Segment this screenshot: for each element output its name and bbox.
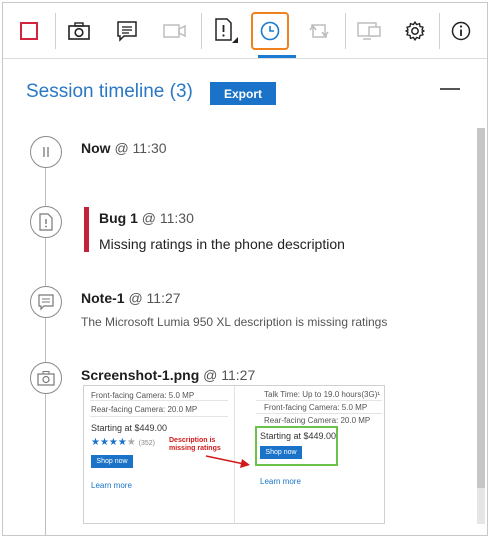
thumb-shop-button: Shop now (91, 455, 133, 468)
pause-icon (30, 136, 62, 168)
timeline-entry-note[interactable]: Note-1 @ 11:27 (81, 290, 181, 306)
collapse-icon[interactable] (440, 88, 460, 90)
camera-icon (30, 362, 62, 394)
export-button[interactable]: Export (210, 82, 276, 105)
session-timeline-panel: Session timeline (3) Export Now @ 11:30 … (3, 60, 487, 535)
video-camera-icon (163, 24, 186, 38)
thumb-text: Rear-facing Camera: 20.0 MP (264, 416, 371, 425)
active-tab-indicator (258, 55, 296, 58)
camera-icon (68, 22, 90, 40)
entry-label: Now (81, 140, 111, 156)
capture-screenshot-button[interactable] (59, 11, 99, 51)
toolbar (3, 3, 487, 59)
record-video-button[interactable] (155, 11, 195, 51)
entry-time: @ 11:27 (203, 367, 256, 383)
timeline-entry-now: Now @ 11:30 (81, 140, 167, 156)
panel-title: Session timeline (3) (26, 81, 193, 102)
repeat-button[interactable] (299, 11, 339, 51)
thumb-annotation: Description is missing ratings (169, 437, 221, 452)
screen-button[interactable] (349, 11, 389, 51)
rating-count: (352) (138, 440, 155, 447)
stop-square-icon (20, 22, 38, 40)
stars-icon: ★★★★ (91, 437, 127, 448)
thumb-text: Front-facing Camera: 5.0 MP (264, 403, 368, 412)
thumb-text: Talk Time: Up to 19.0 hours(3G)¹ (264, 390, 381, 399)
entry-label: Bug 1 (99, 210, 138, 226)
session-timeline-button[interactable] (251, 12, 289, 50)
entry-label: Note-1 (81, 290, 125, 306)
monitor-icon (357, 22, 381, 40)
session-window: Session timeline (3) Export Now @ 11:30 … (2, 2, 488, 536)
entry-label: Screenshot-1.png (81, 367, 200, 383)
thumb-link: Learn more (91, 481, 132, 490)
create-bug-button[interactable] (205, 11, 245, 51)
note-icon (30, 286, 62, 318)
entry-time: @ 11:27 (128, 290, 181, 306)
bug-document-icon (30, 206, 62, 238)
annotation-arrow-icon (205, 455, 250, 468)
star-empty-icon: ★ (126, 437, 136, 448)
settings-button[interactable] (395, 11, 435, 51)
info-button[interactable] (441, 11, 481, 51)
entry-time: @ 11:30 (114, 140, 167, 156)
loop-icon (309, 24, 329, 38)
note-description: The Microsoft Lumia 950 XL description i… (81, 315, 388, 329)
thumb-rating: ★★★★★ (352) (91, 437, 155, 448)
stop-session-button[interactable] (9, 11, 49, 51)
highlight-box (255, 426, 338, 466)
bug-severity-bar (84, 207, 89, 252)
timeline-entry-bug[interactable]: Bug 1 @ 11:30 (99, 210, 194, 226)
thumb-link: Learn more (260, 477, 301, 486)
timeline-entry-screenshot[interactable]: Screenshot-1.png @ 11:27 (81, 367, 255, 383)
clock-icon (260, 21, 280, 41)
bug-document-icon (215, 18, 238, 43)
capture-note-button[interactable] (107, 11, 147, 51)
bug-description: Missing ratings in the phone description (99, 236, 345, 252)
entry-time: @ 11:30 (141, 210, 194, 226)
screenshot-thumbnail[interactable]: Front-facing Camera: 5.0 MP Rear-facing … (83, 385, 385, 524)
thumb-price: Starting at $449.00 (91, 423, 168, 433)
info-icon (451, 21, 471, 41)
thumb-text: Front-facing Camera: 5.0 MP (91, 391, 195, 400)
note-icon (117, 21, 137, 42)
gear-icon (405, 21, 425, 41)
scrollbar-thumb[interactable] (477, 128, 485, 488)
thumb-text: Rear-facing Camera: 20.0 MP (91, 405, 198, 414)
